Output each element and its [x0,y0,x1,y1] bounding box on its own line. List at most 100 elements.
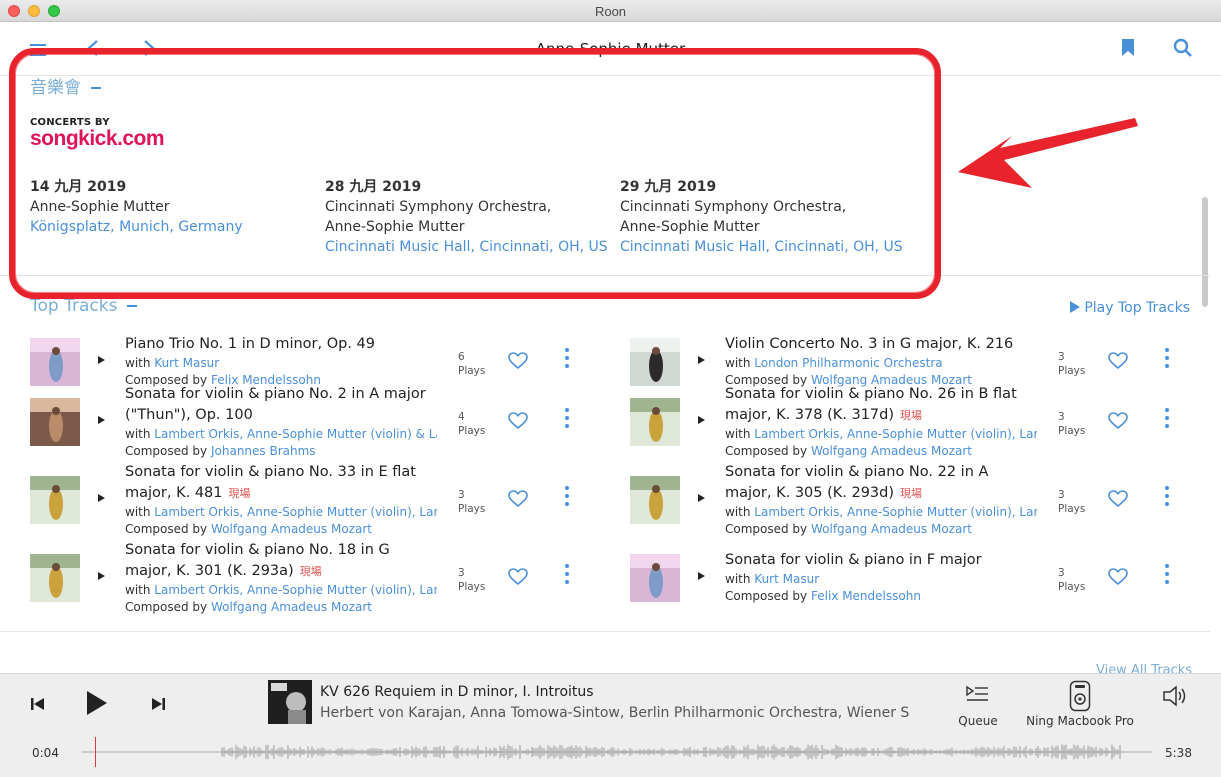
heart-icon[interactable] [1108,352,1128,374]
next-track-icon[interactable] [151,696,165,715]
play-track-icon[interactable] [98,494,105,502]
waveform-seek-bar[interactable] [82,740,1152,764]
volume-icon[interactable] [1162,685,1190,711]
play-count: 6 Plays [458,351,486,377]
play-track-icon[interactable] [698,416,705,424]
more-options-icon[interactable] [1165,408,1169,432]
track-row[interactable]: Sonata for violin & piano in F major with… [630,540,1210,616]
track-row[interactable]: Sonata for violin & piano No. 33 in E fl… [30,462,610,538]
track-album-art[interactable] [30,476,80,524]
track-row[interactable]: Sonata for violin & piano No. 18 in G ma… [30,540,610,616]
play-pause-icon[interactable] [86,690,108,720]
queue-label[interactable]: Queue [950,714,1006,728]
performer-link[interactable]: Kurt Masur [754,572,819,586]
previous-track-icon[interactable] [31,696,45,715]
composer-link[interactable]: Wolfgang Amadeus Mozart [811,522,972,536]
track-title[interactable]: Sonata for violin & piano No. 18 in G ma… [125,540,437,582]
track-info: Sonata for violin & piano in F major with… [725,550,1037,605]
collapse-concerts-icon[interactable] [91,87,101,89]
more-options-icon[interactable] [1165,564,1169,588]
concert-venue-link[interactable]: Königsplatz, Munich, Germany [30,217,320,237]
track-album-art[interactable] [30,338,80,386]
track-album-art[interactable] [630,398,680,446]
track-performers: with Kurt Masur [125,356,220,370]
play-count: 3 Plays [458,567,486,593]
track-title[interactable]: Sonata for violin & piano No. 33 in E fl… [125,462,437,504]
play-count: 4 Plays [458,411,486,437]
performer-link[interactable]: Kurt Masur [154,356,219,370]
bookmark-icon[interactable] [1121,39,1135,61]
track-performers: with Lambert Orkis, Anne-Sophie Mutter (… [125,426,437,443]
concert-venue-link[interactable]: Cincinnati Music Hall, Cincinnati, OH, U… [620,237,903,257]
more-options-icon[interactable] [565,486,569,510]
play-track-icon[interactable] [698,356,705,364]
play-count: 3 Plays [1058,411,1086,437]
track-title[interactable]: Sonata for violin & piano No. 22 in A ma… [725,462,1037,504]
concert-venue-link[interactable]: Cincinnati Music Hall, Cincinnati, OH, U… [325,237,608,257]
collapse-top-tracks-icon[interactable] [127,305,138,307]
composer-link[interactable]: Johannes Brahms [211,444,316,458]
heart-icon[interactable] [1108,568,1128,590]
composer-link[interactable]: Wolfgang Amadeus Mozart [211,522,372,536]
zone-name-label[interactable]: Ning Macbook Pro [1020,714,1140,728]
track-title[interactable]: Sonata for violin & piano No. 2 in A maj… [125,384,437,426]
track-row[interactable]: Sonata for violin & piano No. 2 in A maj… [30,384,610,460]
performer-link[interactable]: Lambert Orkis, Anne-Sophie Mutter (violi… [754,427,1037,441]
songkick-logo[interactable]: songkick.com [30,127,165,151]
search-icon[interactable] [1173,38,1193,62]
composer-link[interactable]: Wolfgang Amadeus Mozart [811,444,972,458]
play-track-icon[interactable] [98,356,105,364]
track-row[interactable]: Sonata for violin & piano No. 26 in B fl… [630,384,1210,460]
track-album-art[interactable] [630,476,680,524]
heart-icon[interactable] [508,568,528,590]
track-album-art[interactable] [30,398,80,446]
play-track-icon[interactable] [698,572,705,580]
now-playing-album-art[interactable] [268,680,312,724]
now-playing-artists[interactable]: Herbert von Karajan, Anna Tomowa-Sintow,… [320,705,910,721]
more-options-icon[interactable] [565,408,569,432]
performer-link[interactable]: Lambert Orkis, Anne-Sophie Mutter (violi… [754,505,1037,519]
track-title[interactable]: Piano Trio No. 1 in D minor, Op. 49 [125,334,437,355]
more-options-icon[interactable] [1165,486,1169,510]
track-album-art[interactable] [30,554,80,602]
heart-icon[interactable] [508,490,528,512]
more-options-icon[interactable] [565,564,569,588]
play-track-icon[interactable] [98,572,105,580]
view-all-tracks-link[interactable]: View All Tracks [1096,663,1192,673]
track-performers: with Lambert Orkis, Anne-Sophie Mutter (… [725,504,1037,521]
performer-link[interactable]: Lambert Orkis, Anne-Sophie Mutter (violi… [154,505,437,519]
track-album-art[interactable] [630,554,680,602]
playhead-marker[interactable] [95,737,96,767]
now-playing-bar: KV 626 Requiem in D minor, I. Introitus … [0,673,1221,777]
track-title[interactable]: Sonata for violin & piano in F major [725,550,1037,571]
heart-icon[interactable] [508,412,528,434]
performer-link[interactable]: Lambert Orkis, Anne-Sophie Mutter (violi… [154,427,437,441]
heart-icon[interactable] [508,352,528,374]
composer-link[interactable]: Felix Mendelssohn [811,589,921,603]
track-title[interactable]: Sonata for violin & piano No. 26 in B fl… [725,384,1037,426]
track-album-art[interactable] [630,338,680,386]
performer-link[interactable]: Lambert Orkis, Anne-Sophie Mutter (violi… [154,583,437,597]
more-options-icon[interactable] [1165,348,1169,372]
composer-link[interactable]: Wolfgang Amadeus Mozart [211,600,372,614]
track-info: Sonata for violin & piano No. 22 in A ma… [725,462,1037,538]
queue-icon[interactable] [966,684,990,708]
track-composer: Composed by Felix Mendelssohn [725,589,921,603]
play-track-icon[interactable] [698,494,705,502]
play-top-tracks-button[interactable]: Play Top Tracks [1070,300,1190,316]
elapsed-time: 0:04 [32,746,59,760]
track-info: Piano Trio No. 1 in D minor, Op. 49 with … [125,334,437,389]
track-row[interactable]: Sonata for violin & piano No. 22 in A ma… [630,462,1210,538]
heart-icon[interactable] [1108,490,1128,512]
play-track-icon[interactable] [98,416,105,424]
heart-icon[interactable] [1108,412,1128,434]
speaker-zone-icon[interactable] [1069,680,1091,716]
concert-artists: Anne-Sophie Mutter [30,199,170,215]
performer-link[interactable]: London Philharmonic Orchestra [754,356,942,370]
live-badge: 現場 [900,409,923,422]
now-playing-title[interactable]: KV 626 Requiem in D minor, I. Introitus [320,684,594,700]
scrollbar-thumb[interactable] [1202,197,1208,307]
more-options-icon[interactable] [565,348,569,372]
track-composer: Composed by Wolfgang Amadeus Mozart [725,444,972,458]
track-title[interactable]: Violin Concerto No. 3 in G major, K. 216 [725,334,1037,355]
